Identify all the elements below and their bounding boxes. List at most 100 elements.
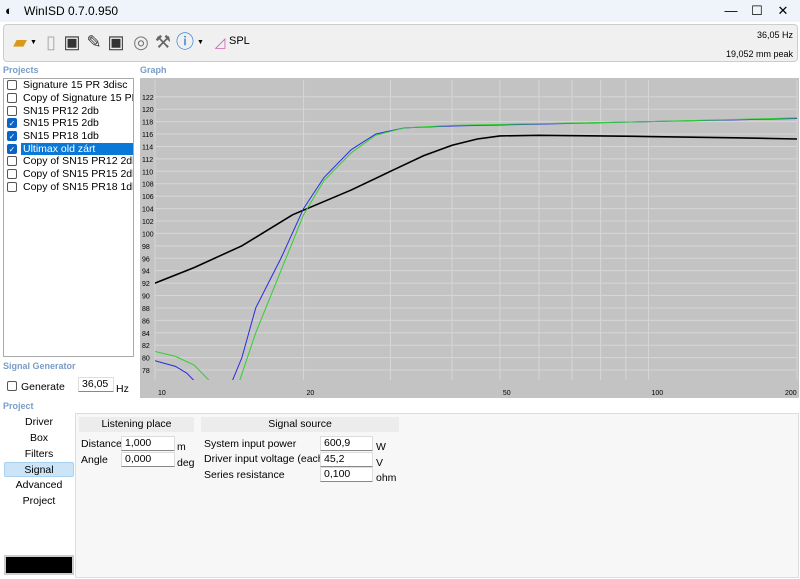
generator-frequency-input[interactable]: 36,05 xyxy=(78,377,114,392)
power-unit: W xyxy=(376,441,386,453)
project-checkbox[interactable] xyxy=(7,93,17,104)
nav-filters[interactable]: Filters xyxy=(4,447,74,462)
save-as-icon[interactable]: ✎ xyxy=(83,30,105,54)
generate-label: Generate xyxy=(21,381,65,393)
project-list-item[interactable]: ✓ SN15 PR15 2db xyxy=(4,117,133,130)
nav-advanced[interactable]: Advanced xyxy=(4,478,74,493)
distance-input[interactable]: 1,000 xyxy=(121,436,175,451)
project-list-item[interactable]: ✓ SN15 PR18 1db xyxy=(4,130,133,143)
project-list-item[interactable]: Copy of SN15 PR18 1db xyxy=(4,181,133,194)
nav-signal[interactable]: Signal xyxy=(4,462,74,478)
tools-icon[interactable]: ⚒ xyxy=(152,30,174,54)
project-name: Signature 15 PR 3disc xyxy=(23,79,128,92)
new-project-icon[interactable]: ▯ xyxy=(40,30,62,54)
y-tick-label: 104 xyxy=(142,207,154,214)
project-name: Copy of SN15 PR12 2db xyxy=(23,155,133,168)
spl-graph-icon[interactable]: ◿ xyxy=(209,30,231,54)
close-button[interactable]: ✕ xyxy=(768,2,798,20)
y-tick-label: 90 xyxy=(142,294,150,301)
y-tick-label: 88 xyxy=(142,306,150,313)
project-list-item[interactable]: ✓ Ultimax old zárt xyxy=(4,142,133,155)
project-checkbox[interactable] xyxy=(7,181,17,192)
curve-color-swatch[interactable] xyxy=(4,555,74,575)
resistance-input[interactable]: 0,100 xyxy=(320,467,373,482)
nav-project[interactable]: Project xyxy=(4,494,74,509)
spl-button[interactable]: SPL xyxy=(229,35,250,47)
nav-driver[interactable]: Driver xyxy=(4,415,74,430)
project-name: Copy of SN15 PR18 1db xyxy=(23,180,133,193)
voltage-label: Driver input voltage (each) xyxy=(204,453,328,465)
y-tick-label: 118 xyxy=(142,120,153,127)
x-tick-label: 50 xyxy=(503,390,511,397)
save-icon[interactable]: ▣ xyxy=(61,30,83,54)
y-tick-label: 110 xyxy=(142,169,153,176)
app-logo-icon: ◐ xyxy=(5,3,13,18)
resistance-label: Series resistance xyxy=(204,469,285,481)
x-tick-label: 100 xyxy=(651,390,663,397)
angle-label: Angle xyxy=(81,454,108,466)
project-name: Ultimax old zárt xyxy=(21,142,133,155)
title-bar: ◐ WinISD 0.7.0.950 — ☐ ✕ xyxy=(0,0,800,22)
spl-graph[interactable]: 78 80 82 84 86 88 90 92 94 96 98 100 102 104 106 108 110… xyxy=(140,78,799,398)
project-name: Copy of SN15 PR15 2db xyxy=(23,168,133,181)
driver-icon[interactable]: ◎ xyxy=(130,30,152,54)
x-tick-label: 20 xyxy=(307,390,315,397)
generator-unit: Hz xyxy=(116,383,129,395)
y-tick-label: 108 xyxy=(142,182,154,189)
y-tick-label: 84 xyxy=(142,331,150,338)
signal-panel: Listening place Distance 1,000 m Angle 0… xyxy=(75,413,799,578)
project-list-item[interactable]: SN15 PR12 2db xyxy=(4,104,133,117)
distance-unit: m xyxy=(177,441,186,453)
project-name: SN15 PR18 1db xyxy=(23,130,99,143)
nav-box[interactable]: Box xyxy=(4,431,74,446)
project-checkbox[interactable]: ✓ xyxy=(7,131,17,142)
project-checkbox[interactable]: ✓ xyxy=(7,143,17,154)
info-icon[interactable]: ⓘ xyxy=(174,30,196,54)
listening-place-header: Listening place xyxy=(79,417,194,432)
y-tick-label: 102 xyxy=(142,219,154,226)
excursion-readout: 19,052 mm peak xyxy=(725,49,793,59)
project-list-item[interactable]: Copy of Signature 15 PR 5d xyxy=(4,92,133,105)
open-folder-icon[interactable]: ▰ xyxy=(9,30,31,54)
project-checkbox[interactable] xyxy=(7,105,17,116)
y-tick-label: 82 xyxy=(142,343,150,350)
project-checkbox[interactable] xyxy=(7,80,17,91)
window-title: WinISD 0.7.0.950 xyxy=(24,4,119,18)
voltage-unit: V xyxy=(376,457,384,469)
project-list-item[interactable]: Copy of SN15 PR15 2db xyxy=(4,168,133,181)
y-tick-label: 86 xyxy=(142,318,150,325)
y-tick-label: 122 xyxy=(142,95,154,102)
y-tick-label: 94 xyxy=(142,269,150,276)
voltage-input[interactable]: 45,2 xyxy=(320,452,373,467)
power-label: System input power xyxy=(204,438,297,450)
project-checkbox[interactable] xyxy=(7,169,17,180)
y-tick-label: 92 xyxy=(142,281,150,288)
project-checkbox[interactable] xyxy=(7,156,17,167)
y-tick-label: 96 xyxy=(142,256,150,263)
save-all-icon[interactable]: ▣ xyxy=(105,30,127,54)
signal-generator-label: Signal Generator xyxy=(3,361,76,371)
generate-checkbox[interactable] xyxy=(7,381,17,391)
power-input[interactable]: 600,9 xyxy=(320,436,373,451)
chevron-down-icon[interactable]: ▼ xyxy=(30,39,37,46)
x-tick-label: 200 xyxy=(785,390,797,397)
angle-unit: deg xyxy=(177,457,195,469)
project-list-item[interactable]: Copy of SN15 PR12 2db xyxy=(4,155,133,168)
signal-source-header: Signal source xyxy=(201,417,399,432)
y-tick-label: 112 xyxy=(142,157,153,164)
angle-input[interactable]: 0,000 xyxy=(121,452,175,467)
y-tick-label: 78 xyxy=(142,368,150,375)
project-name: SN15 PR15 2db xyxy=(23,117,99,130)
project-name: SN15 PR12 2db xyxy=(23,104,99,117)
y-tick-label: 80 xyxy=(142,356,150,363)
graph-canvas: 78 80 82 84 86 88 90 92 94 96 98 100 102 104 106 108 110… xyxy=(142,80,798,397)
y-tick-label: 116 xyxy=(142,132,153,139)
projects-list[interactable]: Signature 15 PR 3disc Copy of Signature 1… xyxy=(3,78,134,357)
y-tick-label: 98 xyxy=(142,244,150,251)
y-tick-label: 120 xyxy=(142,107,154,114)
project-checkbox[interactable]: ✓ xyxy=(7,118,17,129)
y-tick-label: 106 xyxy=(142,194,154,201)
chevron-down-icon[interactable]: ▼ xyxy=(197,39,204,46)
project-list-item[interactable]: Signature 15 PR 3disc xyxy=(4,79,133,92)
toolbar: ▰ ▼ ▯ ▣ ✎ ▣ ◎ ⚒ ⓘ ▼ ◿ SPL 36,05 Hz 19,05… xyxy=(3,24,798,62)
